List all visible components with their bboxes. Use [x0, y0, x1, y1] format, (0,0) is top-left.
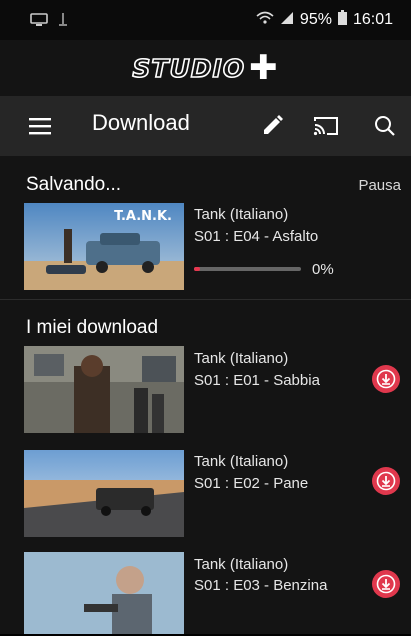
download-progress-bar [194, 267, 301, 271]
clock: 16:01 [352, 11, 393, 28]
episode-thumbnail-e02[interactable] [24, 450, 184, 537]
page-title: Download [92, 110, 190, 135]
battery-percent: 95% [299, 11, 332, 28]
episode-thumbnail-e01[interactable] [24, 346, 184, 433]
download-episode-title-2: S01 : E02 - Pane [194, 475, 309, 492]
screen-icon [30, 13, 48, 32]
episode-thumbnail-saving[interactable]: T.A.N.K. [24, 203, 184, 290]
app-toolbar: Download [0, 96, 411, 156]
download-episode-title-1: S01 : E01 - Sabbia [194, 372, 320, 389]
status-bar: 95% 16:01 [0, 0, 411, 40]
download-icon[interactable] [372, 365, 400, 393]
download-show-title-1: Tank (Italiano) [194, 350, 289, 367]
downloads-section-title: I miei download [26, 317, 159, 338]
pause-button[interactable]: Pausa [358, 177, 401, 194]
saving-episode-title: S01 : E04 - Asfalto [194, 228, 319, 245]
logo-bar: STUDIO ✚ [0, 40, 411, 96]
edit-icon[interactable] [256, 110, 288, 142]
episode-thumbnail-e03[interactable] [24, 552, 184, 634]
download-percent: 0% [312, 261, 334, 278]
download-episode-title-3: S01 : E03 - Benzina [194, 577, 328, 594]
download-icon[interactable] [372, 467, 400, 495]
saving-show-title: Tank (Italiano) [194, 206, 289, 223]
thumbnail-title-text: T.A.N.K. [114, 209, 172, 224]
cast-icon[interactable] [310, 110, 342, 142]
download-show-title-2: Tank (Italiano) [194, 453, 289, 470]
wifi-icon [256, 11, 274, 30]
signal-icon [280, 11, 294, 30]
section-divider [0, 299, 411, 300]
download-progress-fill [194, 267, 201, 271]
plus-icon: ✚ [249, 48, 279, 88]
studio-plus-logo: STUDIO ✚ [132, 51, 278, 85]
logo-text: STUDIO [132, 53, 246, 84]
saving-section-title: Salvando... [26, 174, 122, 195]
menu-icon[interactable] [24, 110, 56, 142]
download-show-title-3: Tank (Italiano) [194, 556, 289, 573]
usb-icon [58, 12, 68, 33]
search-icon[interactable] [369, 110, 401, 142]
battery-icon [337, 10, 347, 30]
download-icon[interactable] [372, 570, 400, 598]
